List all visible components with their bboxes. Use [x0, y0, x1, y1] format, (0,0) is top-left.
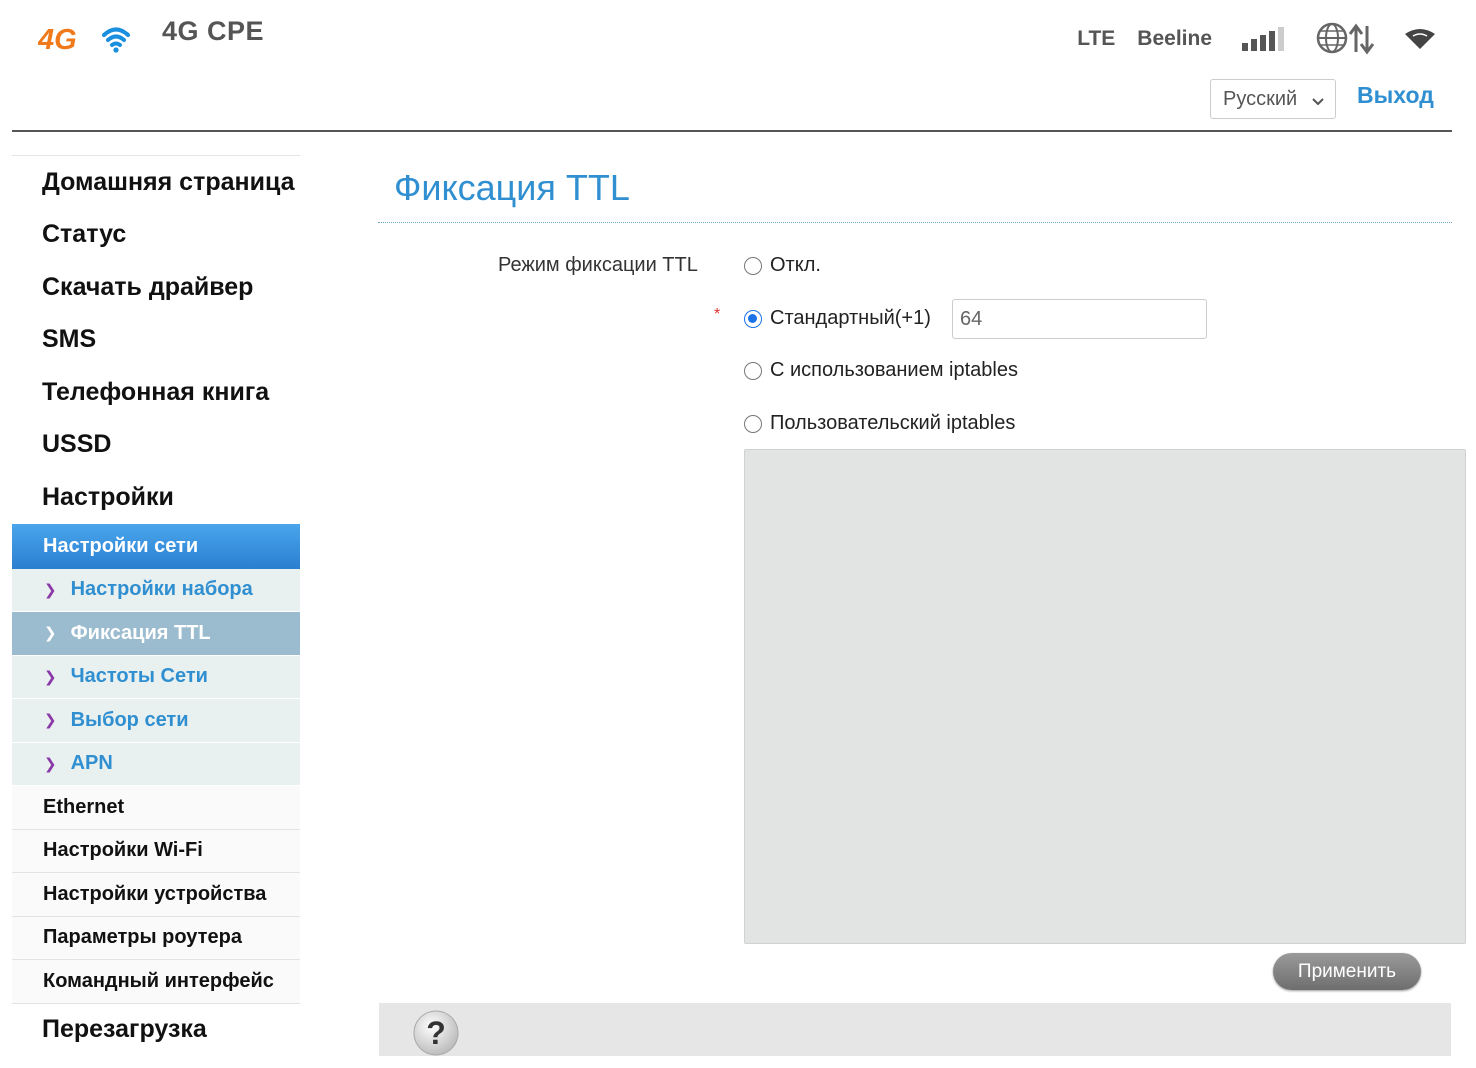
sidebar-subitem-network-bands[interactable]: ❯ Частоты Сети — [12, 655, 300, 699]
sidebar-subitem-label: Частоты Сети — [70, 665, 208, 688]
radio-label: Пользовательский iptables — [770, 412, 1016, 434]
operator-name: Beeline — [1137, 27, 1212, 50]
radio-option-off[interactable]: Откл. — [744, 254, 821, 277]
radio-label: Откл. — [770, 254, 821, 276]
sidebar-subitem-ttl-fix[interactable]: ❯ Фиксация TTL — [12, 612, 300, 656]
4g-logo: 4G — [37, 18, 138, 56]
sidebar-item-wifi-settings[interactable]: Настройки Wi-Fi — [12, 829, 300, 873]
sidebar-subitem-network-selection[interactable]: ❯ Выбор сети — [12, 699, 300, 743]
sidebar-subitem-dial-settings[interactable]: ❯ Настройки набора — [12, 568, 300, 612]
sidebar-item-reboot[interactable]: Перезагрузка — [12, 1004, 300, 1056]
required-marker: * — [714, 306, 721, 323]
radio-button[interactable] — [744, 414, 762, 433]
radio-button[interactable] — [744, 361, 762, 380]
custom-iptables-textarea[interactable] — [744, 449, 1466, 944]
help-footer-bar — [379, 1003, 1451, 1056]
ttl-value-input[interactable]: 64 — [952, 299, 1207, 339]
sidebar-subitem-label: Фиксация TTL — [70, 621, 211, 644]
radio-option-custom-iptables[interactable]: Пользовательский iptables — [744, 412, 1015, 435]
sidebar-item-status[interactable]: Статус — [12, 209, 300, 262]
sidebar-subitem-apn[interactable]: ❯ APN — [12, 742, 300, 786]
status-bar: LTE Beeline — [1077, 22, 1436, 56]
chevron-right-icon: ❯ — [44, 755, 57, 773]
help-glyph: ? — [426, 1015, 446, 1051]
signal-strength-icon — [1242, 27, 1286, 51]
sidebar-item-router-params[interactable]: Параметры роутера — [12, 916, 300, 960]
chevron-right-icon: ❯ — [44, 581, 57, 599]
sidebar-item-home[interactable]: Домашняя страница — [12, 156, 300, 209]
ttl-mode-label: Режим фиксации TTL — [498, 254, 698, 276]
radio-button-checked[interactable] — [744, 309, 762, 328]
sidebar-nav: Домашняя страница Статус Скачать драйвер… — [12, 155, 300, 1056]
radio-option-standard[interactable]: Стандартный(+1) — [744, 307, 931, 330]
sidebar-item-device-settings[interactable]: Настройки устройства — [12, 873, 300, 917]
sidebar-item-download-driver[interactable]: Скачать драйвер — [12, 261, 300, 314]
chevron-right-icon: ❯ — [44, 625, 57, 643]
network-type: LTE — [1077, 27, 1116, 50]
sidebar-item-settings[interactable]: Настройки — [12, 471, 300, 524]
radio-label: С использованием iptables — [770, 359, 1018, 381]
language-select[interactable]: Русский — [1210, 79, 1336, 119]
wifi-status-icon — [1404, 28, 1436, 50]
language-select-value: Русский — [1223, 88, 1298, 110]
internet-connection-icon — [1316, 22, 1374, 56]
sidebar-item-phonebook[interactable]: Телефонная книга — [12, 366, 300, 419]
radio-option-iptables[interactable]: С использованием iptables — [744, 359, 1018, 382]
help-icon[interactable]: ? — [410, 1008, 462, 1058]
header-divider — [12, 130, 1452, 132]
logout-link[interactable]: Выход — [1357, 82, 1434, 109]
chevron-right-icon: ❯ — [44, 712, 57, 730]
chevron-right-icon: ❯ — [44, 668, 57, 686]
radio-button[interactable] — [744, 256, 762, 275]
sidebar-subitem-label: APN — [70, 752, 113, 775]
router-admin-page: 4G 4G CPE LTE Beeline Русский Выход Дома… — [0, 0, 1476, 1068]
chevron-down-icon — [1311, 92, 1325, 115]
page-title: Фиксация TTL — [394, 167, 630, 208]
title-divider — [378, 222, 1452, 223]
sidebar-subitem-label: Настройки набора — [70, 578, 253, 601]
device-brand: 4G CPE — [162, 16, 265, 46]
sidebar-item-sms[interactable]: SMS — [12, 314, 300, 367]
apply-button[interactable]: Применить — [1273, 953, 1421, 990]
sidebar-subitem-label: Выбор сети — [70, 708, 189, 731]
sidebar-item-ethernet[interactable]: Ethernet — [12, 786, 300, 830]
sidebar-item-network-settings[interactable]: Настройки сети — [12, 523, 300, 569]
sidebar-item-command-interface[interactable]: Командный интерфейс — [12, 960, 300, 1004]
sidebar-item-ussd[interactable]: USSD — [12, 419, 300, 472]
radio-label: Стандартный(+1) — [770, 307, 931, 329]
svg-text:4G: 4G — [38, 24, 77, 54]
